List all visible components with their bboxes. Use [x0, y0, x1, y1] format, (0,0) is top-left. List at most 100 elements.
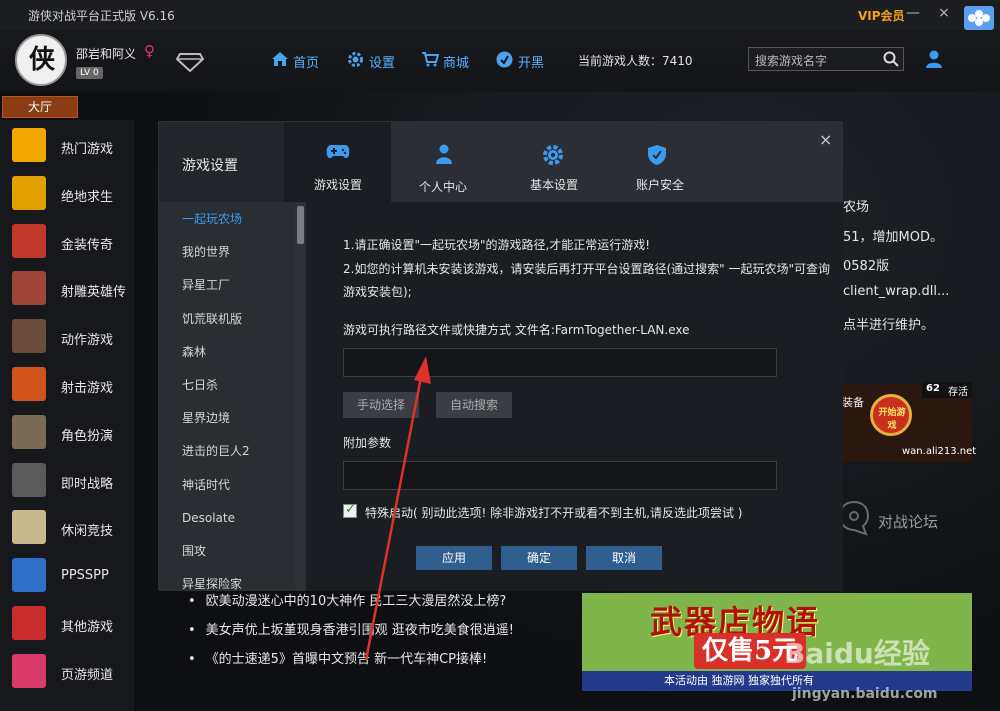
- search-input[interactable]: 搜索游戏名字: [755, 52, 827, 69]
- sidebar-item[interactable]: 热门游戏: [0, 122, 134, 170]
- tab-game-settings[interactable]: 游戏设置: [284, 122, 391, 202]
- user-icon[interactable]: [924, 49, 944, 69]
- info-line-3: 游戏安装包);: [343, 285, 412, 299]
- tab-personal-center-label: 个人中心: [419, 180, 468, 194]
- dialog-title: 游戏设置: [182, 158, 238, 174]
- search-box[interactable]: 搜索游戏名字: [748, 47, 904, 71]
- cloud-icon[interactable]: [964, 6, 994, 30]
- sidebar-item[interactable]: 射雕英雄传: [0, 265, 134, 313]
- sidebar-item-label: PPSSPP: [61, 568, 109, 584]
- news-item[interactable]: • 欧美动漫迷心中的10大神作 民工三大漫居然没上榜?: [188, 590, 506, 609]
- special-launch-label: 特殊启动( 别动此选项! 除非游戏打不开或看不到主机,请反选此项尝试 ): [365, 506, 743, 520]
- category-icon: [12, 606, 46, 640]
- apply-button[interactable]: 应用: [416, 546, 492, 570]
- news-item[interactable]: • 《的士速递5》首曝中文预告 新一代车神CP接棒!: [188, 648, 487, 667]
- sidebar-item[interactable]: 金装传奇: [0, 218, 134, 266]
- sidebar-item-label: 绝地求生: [61, 189, 114, 205]
- avatar[interactable]: 侠: [15, 34, 67, 86]
- auto-search-button[interactable]: 自动搜索: [436, 392, 512, 418]
- category-icon: [12, 414, 46, 449]
- gamepad-icon: [326, 145, 350, 159]
- game-list-item[interactable]: 七日杀: [159, 369, 294, 402]
- tab-basic-settings[interactable]: 基本设置: [496, 122, 610, 202]
- sidebar-item-label: 金装传奇: [61, 237, 114, 253]
- tab-game-settings-label: 游戏设置: [314, 178, 363, 192]
- avatar-logo: 侠: [28, 45, 55, 75]
- minimize-button[interactable]: —: [905, 5, 921, 21]
- category-icon: [12, 223, 46, 258]
- news-fragment[interactable]: client_wrap.dll...: [843, 284, 949, 299]
- bullet-icon: •: [188, 652, 196, 667]
- ad-start-text: 开始游戏: [878, 408, 906, 431]
- sidebar-item[interactable]: 休闲竞技: [0, 504, 134, 552]
- cancel-button[interactable]: 取消: [586, 546, 662, 570]
- forum-label[interactable]: 对战论坛: [878, 511, 938, 532]
- game-list-item[interactable]: 围攻: [159, 535, 294, 568]
- game-list-item[interactable]: 异星探险家: [159, 568, 294, 591]
- game-list-scroll-thumb[interactable]: [297, 206, 304, 244]
- category-icon: [12, 510, 46, 545]
- news-fragment[interactable]: 0582版: [843, 255, 889, 274]
- vip-member-link[interactable]: VIP会员: [858, 7, 905, 24]
- game-list-item[interactable]: 我的世界: [159, 236, 294, 269]
- tab-hall[interactable]: 大厅: [2, 96, 78, 118]
- game-list-item[interactable]: 森林: [159, 336, 294, 369]
- news-title: 欧美动漫迷心中的10大神作 民工三大漫居然没上榜?: [205, 594, 507, 609]
- game-list-item[interactable]: 饥荒联机版: [159, 303, 294, 336]
- sidebar-item-label: 射雕英雄传: [61, 285, 127, 301]
- category-icon: [12, 175, 46, 210]
- tab-account-security[interactable]: 账户安全: [610, 122, 711, 202]
- username[interactable]: 邵岩和阿义: [76, 45, 136, 62]
- sidebar-item-label: 射击游戏: [61, 381, 114, 396]
- gear-icon: [543, 145, 563, 165]
- sidebar-item[interactable]: 即时战略: [0, 457, 134, 505]
- news-item[interactable]: • 美女声优上坂堇现身香港引围观 逛夜市吃美食很逍遥!: [188, 619, 514, 638]
- banner-ad-small[interactable]: 62 存活 装备 开始游戏 wan.ali213.net: [842, 382, 976, 462]
- game-list-item[interactable]: 进击的巨人2: [159, 435, 294, 468]
- tab-account-security-label: 账户安全: [636, 178, 685, 192]
- cart-icon: [422, 52, 439, 67]
- ad-badge: 62 存活: [922, 382, 972, 398]
- category-icon: [12, 558, 46, 593]
- dialog-close-button[interactable]: ×: [819, 130, 832, 149]
- game-settings-dialog: 游戏设置 游戏设置 个人中心 基本设置 账户安全 × 一起玩农场 我的世界 异星工厂…: [158, 121, 843, 591]
- news-fragment[interactable]: 农场: [843, 196, 869, 215]
- ad-start-seal: 开始游戏: [870, 394, 912, 436]
- close-window-button[interactable]: ×: [936, 5, 952, 21]
- nav-home-label: 首页: [293, 56, 320, 71]
- nav-home[interactable]: 首页: [271, 52, 319, 71]
- news-fragment[interactable]: 51，增加MOD。: [843, 226, 943, 245]
- watermark-brand: Baidu: [784, 637, 874, 670]
- path-input[interactable]: [343, 348, 777, 377]
- special-launch-checkbox[interactable]: ✓: [343, 502, 357, 518]
- nav-shop[interactable]: 商城: [421, 52, 469, 71]
- manual-select-button[interactable]: 手动选择: [343, 392, 419, 418]
- news-fragment[interactable]: 点半进行维护。: [843, 314, 934, 333]
- ad-url: wan.ali213.net: [902, 446, 977, 457]
- sidebar-item[interactable]: 其他游戏: [0, 600, 134, 648]
- sidebar-item[interactable]: PPSSPP: [0, 552, 134, 600]
- game-list-scrollbar[interactable]: [295, 202, 305, 591]
- sidebar-item[interactable]: 动作游戏: [0, 313, 134, 361]
- sidebar-item[interactable]: 角色扮演: [0, 409, 134, 457]
- ad-side-text: 装备: [842, 396, 864, 409]
- dialog-title-cell: 游戏设置: [159, 122, 284, 202]
- game-list-item[interactable]: 神话时代: [159, 469, 294, 502]
- category-icon: [12, 271, 46, 306]
- sidebar-item[interactable]: 页游频道: [0, 648, 134, 696]
- game-list-item[interactable]: 一起玩农场: [159, 203, 294, 236]
- sidebar-item[interactable]: 绝地求生: [0, 170, 134, 218]
- home-icon: [272, 52, 288, 66]
- game-list-item[interactable]: 星界边境: [159, 402, 294, 435]
- sidebar-item[interactable]: 射击游戏: [0, 361, 134, 409]
- game-list-item[interactable]: 异星工厂: [159, 269, 294, 302]
- ok-button[interactable]: 确定: [501, 546, 577, 570]
- nav-team[interactable]: 开黑: [496, 51, 544, 71]
- nav-settings[interactable]: 设置: [347, 52, 395, 71]
- diamond-icon[interactable]: [176, 52, 204, 72]
- search-icon[interactable]: [883, 51, 899, 67]
- game-list-item[interactable]: Desolate: [159, 502, 294, 535]
- person-icon: [436, 144, 452, 164]
- tab-personal-center[interactable]: 个人中心: [391, 122, 496, 202]
- extra-params-input[interactable]: [343, 461, 777, 490]
